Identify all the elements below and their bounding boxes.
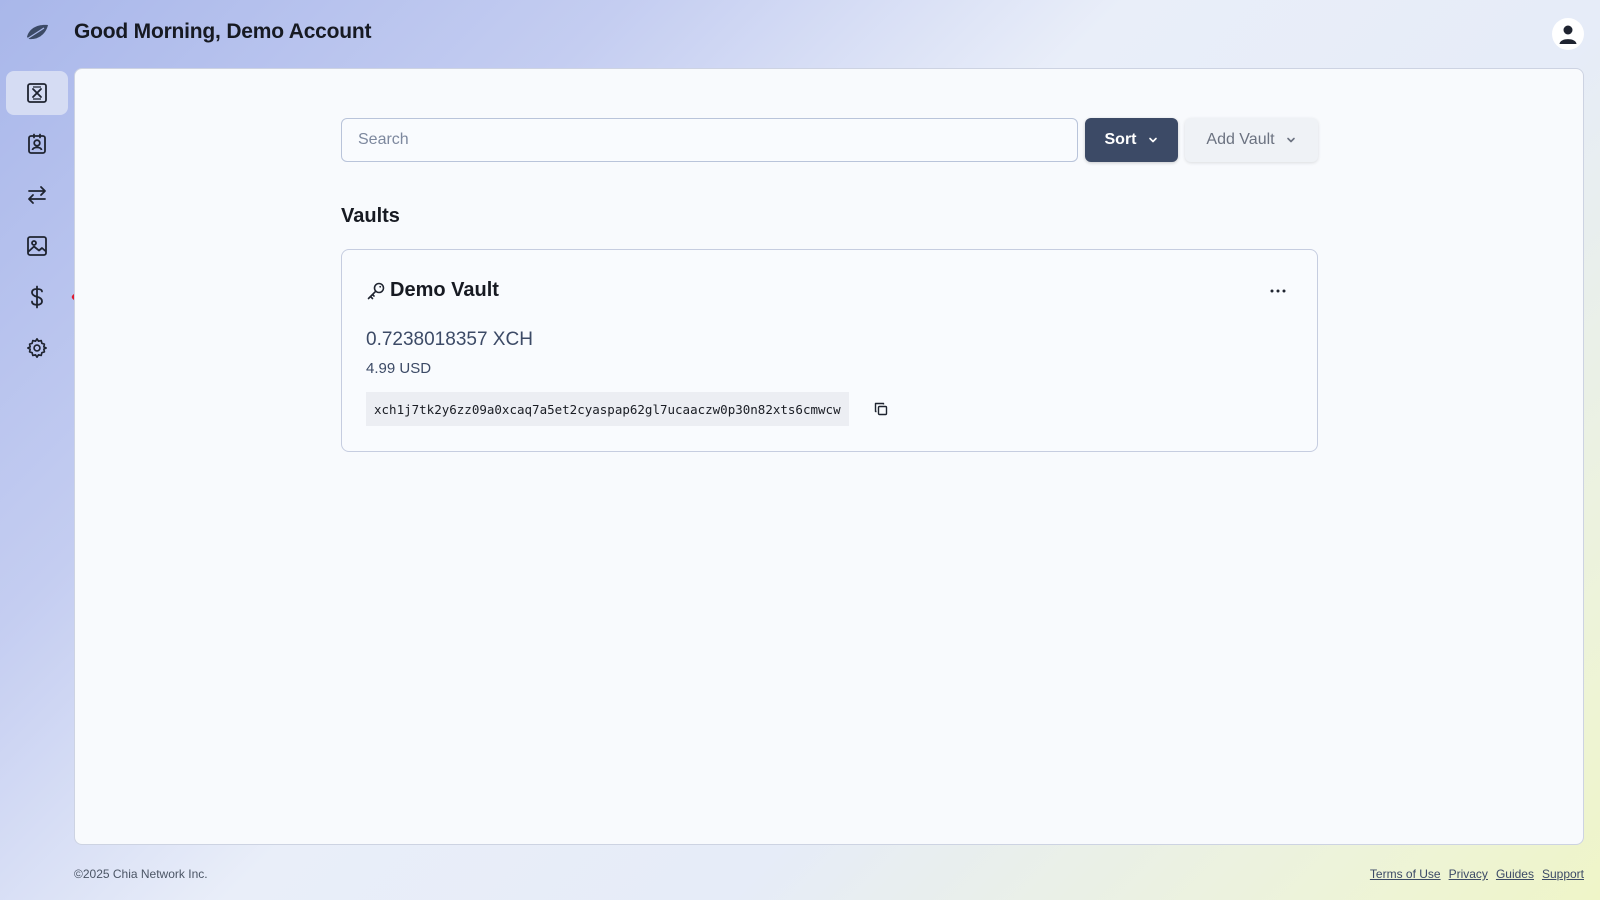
sort-button[interactable]: Sort xyxy=(1085,118,1178,162)
vault-name-row: Demo Vault xyxy=(366,279,499,302)
wallet-x-icon xyxy=(27,83,47,103)
vault-card[interactable]: Demo Vault 0.7238018357 XCH 4.99 USD xch… xyxy=(341,249,1318,452)
settings-gear-icon xyxy=(27,338,47,358)
footer-link-privacy[interactable]: Privacy xyxy=(1449,867,1488,881)
footer-link-terms[interactable]: Terms of Use xyxy=(1370,867,1441,881)
add-vault-button[interactable]: Add Vault xyxy=(1185,118,1318,162)
contacts-icon xyxy=(28,133,46,154)
sidebar-item-transactions[interactable] xyxy=(6,173,68,217)
sidebar-item-contacts[interactable] xyxy=(6,122,68,166)
user-icon xyxy=(1559,25,1577,44)
sort-button-label: Sort xyxy=(1104,131,1137,148)
page-greeting: Good Morning, Demo Account xyxy=(74,20,372,43)
user-avatar-button[interactable] xyxy=(1552,18,1584,50)
vaults-section-title: Vaults xyxy=(341,205,400,227)
copyright-text: ©2025 Chia Network Inc. xyxy=(74,867,208,881)
add-vault-button-label: Add Vault xyxy=(1206,131,1275,148)
key-icon xyxy=(367,282,385,299)
vault-name: Demo Vault xyxy=(390,279,499,301)
vault-balance-usd: 4.99 USD xyxy=(366,360,432,377)
footer-link-support[interactable]: Support xyxy=(1542,867,1584,881)
vault-more-options-button[interactable] xyxy=(1265,280,1291,302)
chevron-down-icon xyxy=(1148,137,1157,143)
sidebar-nav xyxy=(6,71,68,377)
sidebar-item-tokens[interactable] xyxy=(6,275,68,319)
vault-balance-xch: 0.7238018357 XCH xyxy=(366,329,533,350)
chevron-down-icon xyxy=(1286,137,1295,143)
more-horizontal-icon xyxy=(1270,289,1286,293)
transfer-arrows-icon xyxy=(28,186,46,204)
search-input[interactable] xyxy=(341,118,1078,162)
image-gallery-icon xyxy=(27,236,47,256)
dollar-icon xyxy=(31,285,43,309)
sidebar-item-nfts[interactable] xyxy=(6,224,68,268)
copy-icon xyxy=(874,402,888,416)
footer-link-guides[interactable]: Guides xyxy=(1496,867,1534,881)
chia-logo-icon xyxy=(24,20,50,46)
sidebar-item-wallet[interactable] xyxy=(6,71,68,115)
footer-links: Terms of Use Privacy Guides Support xyxy=(1370,867,1584,881)
sidebar-item-settings[interactable] xyxy=(6,326,68,370)
vault-address: xch1j7tk2y6zz09a0xcaq7a5et2cyaspap62gl7u… xyxy=(366,392,849,426)
main-content-panel xyxy=(74,68,1584,845)
copy-address-button[interactable] xyxy=(870,398,892,420)
